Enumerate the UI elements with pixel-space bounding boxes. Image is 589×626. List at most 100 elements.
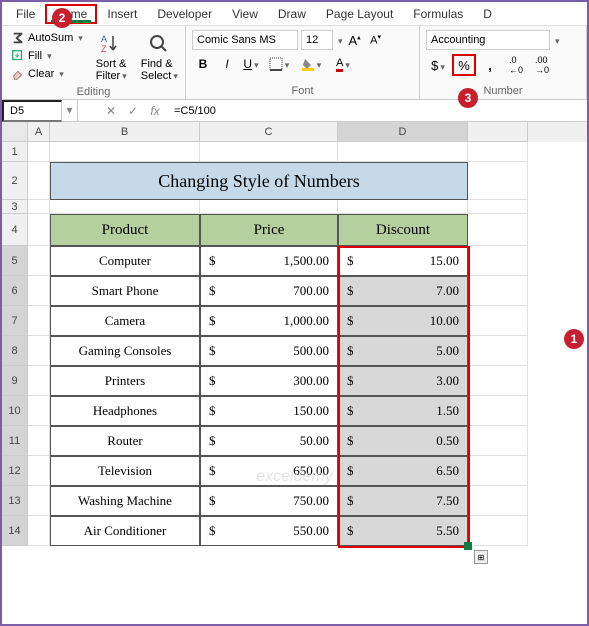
decrease-decimal-button[interactable]: .00→0 — [530, 54, 554, 76]
cell-product[interactable]: Computer — [50, 246, 200, 276]
cell-price[interactable]: $700.00 — [200, 276, 338, 306]
increase-font-button[interactable]: A▴ — [346, 30, 364, 50]
number-format-dropdown[interactable] — [553, 33, 560, 47]
row-header[interactable]: 5 — [2, 246, 28, 276]
cell-discount[interactable]: $6.50 — [338, 456, 468, 486]
title-cell[interactable]: Changing Style of Numbers — [50, 162, 468, 200]
cell-product[interactable]: Air Conditioner — [50, 516, 200, 546]
header-product[interactable]: Product — [50, 214, 200, 246]
header-discount[interactable]: Discount — [338, 214, 468, 246]
cell-product[interactable]: Washing Machine — [50, 486, 200, 516]
cell-product[interactable]: Router — [50, 426, 200, 456]
row-header[interactable]: 3 — [2, 200, 28, 214]
col-header-d[interactable]: D — [338, 122, 468, 142]
row-header[interactable]: 7 — [2, 306, 28, 336]
fill-button[interactable]: Fill — [8, 48, 86, 64]
font-color-button[interactable]: A — [328, 54, 358, 74]
cell-price[interactable]: $750.00 — [200, 486, 338, 516]
cell-product[interactable]: Camera — [50, 306, 200, 336]
cell-price[interactable]: $550.00 — [200, 516, 338, 546]
cell-discount[interactable]: $5.00 — [338, 336, 468, 366]
decrease-font-button[interactable]: A▾ — [367, 30, 385, 50]
font-size-input[interactable] — [301, 30, 333, 50]
row-header[interactable]: 14 — [2, 516, 28, 546]
decrease-decimal-icon: .00→0 — [535, 55, 549, 75]
fill-color-button[interactable] — [296, 54, 326, 74]
row-header[interactable]: 10 — [2, 396, 28, 426]
callout-2: 2 — [52, 8, 72, 28]
number-format-select[interactable] — [426, 30, 550, 50]
tab-page-layout[interactable]: Page Layout — [316, 4, 403, 24]
row-header[interactable]: 4 — [2, 214, 28, 246]
cell-discount[interactable]: $7.50 — [338, 486, 468, 516]
font-name-input[interactable] — [192, 30, 298, 50]
sort-filter-button[interactable]: AZ Sort & Filter — [92, 30, 131, 84]
cancel-formula-button[interactable]: ✕ — [100, 100, 122, 122]
cell-discount[interactable]: $7.00 — [338, 276, 468, 306]
row-header[interactable]: 6 — [2, 276, 28, 306]
ribbon: AutoSum Fill Clear AZ Sort & Filter Find… — [2, 26, 587, 100]
row-header[interactable]: 12 — [2, 456, 28, 486]
name-box[interactable] — [2, 100, 62, 122]
row-header[interactable]: 2 — [2, 162, 28, 200]
svg-text:A: A — [101, 34, 107, 44]
col-header-a[interactable]: A — [28, 122, 50, 142]
tab-file[interactable]: File — [6, 4, 45, 24]
cell-discount[interactable]: $1.50 — [338, 396, 468, 426]
autofill-options-icon[interactable]: ⊞ — [474, 550, 488, 564]
row-header[interactable]: 1 — [2, 142, 28, 162]
tab-formulas[interactable]: Formulas — [403, 4, 473, 24]
row-header[interactable]: 11 — [2, 426, 28, 456]
cell-product[interactable]: Gaming Consoles — [50, 336, 200, 366]
col-header-b[interactable]: B — [50, 122, 200, 142]
cell-discount[interactable]: $3.00 — [338, 366, 468, 396]
cell-product[interactable]: Smart Phone — [50, 276, 200, 306]
underline-button[interactable]: U — [240, 54, 262, 74]
font-size-dropdown[interactable] — [336, 33, 343, 47]
cell-price[interactable]: $1,000.00 — [200, 306, 338, 336]
tab-insert[interactable]: Insert — [97, 4, 147, 24]
cell-price[interactable]: $150.00 — [200, 396, 338, 426]
cell-price[interactable]: $300.00 — [200, 366, 338, 396]
col-header-c[interactable]: C — [200, 122, 338, 142]
header-price[interactable]: Price — [200, 214, 338, 246]
comma-button[interactable]: , — [478, 54, 502, 76]
cell-discount[interactable]: $15.00 — [338, 246, 468, 276]
cell-price[interactable]: $500.00 — [200, 336, 338, 366]
cell-price[interactable]: $1,500.00 — [200, 246, 338, 276]
tab-developer[interactable]: Developer — [147, 4, 222, 24]
fill-down-icon — [11, 49, 25, 63]
currency-button[interactable]: $ — [426, 54, 450, 76]
cell-product[interactable]: Television — [50, 456, 200, 486]
row-header[interactable]: 13 — [2, 486, 28, 516]
cell-discount[interactable]: $0.50 — [338, 426, 468, 456]
tab-draw[interactable]: Draw — [268, 4, 316, 24]
cell-product[interactable]: Printers — [50, 366, 200, 396]
increase-decimal-button[interactable]: .0←0 — [504, 54, 528, 76]
row-header[interactable]: 8 — [2, 336, 28, 366]
bold-button[interactable]: B — [192, 54, 214, 74]
col-header-e[interactable] — [468, 122, 528, 142]
name-box-dropdown[interactable]: ▾ — [62, 100, 78, 122]
cell-product[interactable]: Headphones — [50, 396, 200, 426]
cell-price[interactable]: $650.00 — [200, 456, 338, 486]
confirm-formula-button[interactable]: ✓ — [122, 100, 144, 122]
fx-button[interactable]: fx — [144, 100, 166, 122]
percent-button[interactable]: % — [452, 54, 476, 76]
bold-icon: B — [199, 57, 208, 71]
italic-button[interactable]: I — [216, 54, 238, 74]
spreadsheet-grid[interactable]: A B C D 12 Changing Style of Numbers 34 Pro… — [2, 122, 587, 546]
autosum-button[interactable]: AutoSum — [8, 30, 86, 46]
border-button[interactable] — [264, 54, 294, 74]
formula-input[interactable] — [168, 103, 587, 119]
select-all-corner[interactable] — [2, 122, 28, 142]
row-header[interactable]: 9 — [2, 366, 28, 396]
cell-price[interactable]: $50.00 — [200, 426, 338, 456]
border-icon — [269, 57, 283, 71]
clear-button[interactable]: Clear — [8, 66, 86, 82]
find-select-button[interactable]: Find & Select — [137, 30, 182, 84]
cell-discount[interactable]: $10.00 — [338, 306, 468, 336]
cell-discount[interactable]: $5.50 — [338, 516, 468, 546]
tab-data-cut[interactable]: D — [473, 4, 502, 24]
tab-view[interactable]: View — [222, 4, 268, 24]
